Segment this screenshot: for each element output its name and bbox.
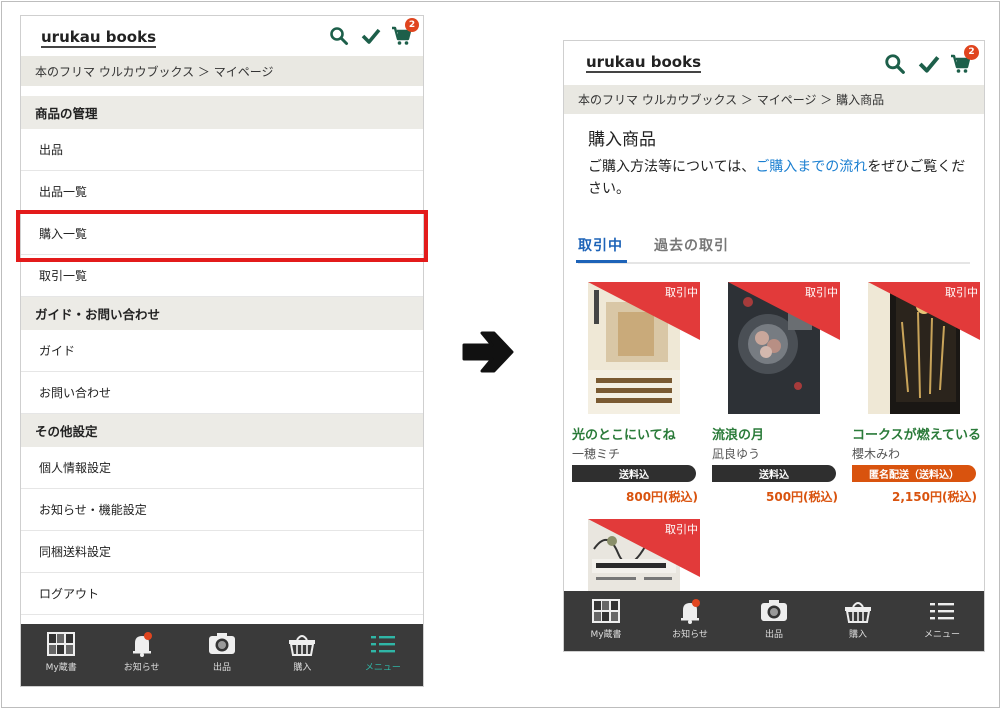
anonymous-shipping-badge: 匿名配送（送料込） xyxy=(852,465,976,482)
book-price: 2,150円(税込) xyxy=(892,490,977,504)
in-progress-ribbon: 取引中 xyxy=(588,519,700,577)
nav-label: メニュー xyxy=(923,630,960,640)
purchase-flow-link[interactable]: ご購入までの流れ xyxy=(755,159,867,175)
menu-item-listing[interactable]: 出品 xyxy=(21,129,423,171)
check-icon[interactable] xyxy=(918,54,940,78)
book-price: 500円(税込) xyxy=(766,490,839,504)
bookshelf-icon xyxy=(592,599,620,623)
header: urukau books 2 xyxy=(564,41,984,85)
nav-menu[interactable]: メニュー xyxy=(900,591,984,651)
book-author: 凪良ゆう xyxy=(712,447,761,461)
breadcrumb[interactable]: 本のフリマ ウルカウブックス ＞ マイページ xyxy=(21,56,423,86)
book-price: 800円(税込) xyxy=(626,490,699,504)
menu-item-personal-info[interactable]: 個人情報設定 xyxy=(21,447,423,489)
shipping-badge: 送料込 xyxy=(712,465,836,482)
menu-item-guide[interactable]: ガイド xyxy=(21,330,423,372)
right-phone-purchases-screen: urukau books 2 本のフリマ ウルカウブックス ＞ マイページ ＞ … xyxy=(563,40,985,652)
tab-in-progress[interactable]: 取引中 xyxy=(576,235,627,263)
breadcrumb[interactable]: 本のフリマ ウルカウブックス ＞ マイページ ＞ 購入商品 xyxy=(564,85,984,114)
nav-purchase[interactable]: 購入 xyxy=(816,591,900,651)
basket-icon xyxy=(845,602,871,623)
nav-label: 購入 xyxy=(848,630,867,640)
menu-list-icon xyxy=(370,636,395,653)
nav-menu[interactable]: メニュー xyxy=(343,624,423,686)
transaction-tabs: 取引中 過去の取引 xyxy=(576,232,970,264)
nav-label: お知らせ xyxy=(123,663,160,673)
in-progress-ribbon: 取引中 xyxy=(588,282,700,340)
header: urukau books 2 xyxy=(21,16,423,56)
in-progress-ribbon: 取引中 xyxy=(868,282,980,340)
bottom-nav: My蔵書 お知らせ 出品 購入 メニュー xyxy=(21,624,423,686)
section-product-management: 商品の管理 xyxy=(21,96,423,129)
menu-list-icon xyxy=(930,603,954,620)
bottom-nav: My蔵書 お知らせ 出品 購入 メニュー xyxy=(564,591,984,651)
nav-label: 購入 xyxy=(293,663,312,673)
nav-label: My蔵書 xyxy=(590,630,622,640)
nav-label: 出品 xyxy=(213,663,232,673)
cart-icon[interactable]: 2 xyxy=(391,18,419,50)
search-icon[interactable] xyxy=(884,53,906,79)
site-logo[interactable]: urukau books xyxy=(586,55,702,73)
nav-my-library[interactable]: My蔵書 xyxy=(564,591,648,651)
nav-sell[interactable]: 出品 xyxy=(182,624,262,686)
nav-purchase[interactable]: 購入 xyxy=(262,624,342,686)
cart-count-badge: 2 xyxy=(405,18,419,32)
mypage-menu: 商品の管理 出品 出品一覧 購入一覧 取引一覧 ガイド・お問い合わせ ガイド お… xyxy=(21,96,423,615)
book-author: 一穂ミチ xyxy=(572,447,621,461)
header-icons: 2 xyxy=(329,18,419,50)
header-icons: 2 xyxy=(884,45,979,79)
menu-item-contact[interactable]: お問い合わせ xyxy=(21,372,423,414)
camera-icon xyxy=(209,633,236,654)
book-author: 櫻木みわ xyxy=(852,447,901,461)
check-icon[interactable] xyxy=(361,27,381,49)
nav-notifications[interactable]: お知らせ xyxy=(101,624,181,686)
page-title: 購入商品 xyxy=(588,130,656,150)
nav-label: My蔵書 xyxy=(45,663,77,673)
section-other-settings: その他設定 xyxy=(21,414,423,447)
bookshelf-icon xyxy=(47,632,76,656)
nav-label: 出品 xyxy=(764,630,783,640)
book-title[interactable]: 光のとこにいてね xyxy=(572,424,676,443)
highlight-box-purchase-list xyxy=(16,210,428,262)
shipping-badge: 送料込 xyxy=(572,465,696,482)
nav-label: メニュー xyxy=(364,663,401,673)
book-title[interactable]: コークスが燃えている xyxy=(852,424,981,443)
cart-count-badge: 2 xyxy=(964,45,979,60)
search-icon[interactable] xyxy=(329,26,349,50)
bell-icon xyxy=(681,599,700,624)
left-phone-menu-screen: urukau books 2 本のフリマ ウルカウブックス ＞ マイページ 商品… xyxy=(20,15,424,687)
basket-icon xyxy=(289,635,316,656)
tab-past-transactions[interactable]: 過去の取引 xyxy=(654,235,729,255)
menu-item-bundled-shipping[interactable]: 同梱送料設定 xyxy=(21,531,423,573)
menu-item-logout[interactable]: ログアウト xyxy=(21,573,423,615)
menu-item-notification-settings[interactable]: お知らせ・機能設定 xyxy=(21,489,423,531)
nav-notifications[interactable]: お知らせ xyxy=(648,591,732,651)
book-title[interactable]: 流浪の月 xyxy=(712,424,764,443)
purchase-guide-text: ご購入方法等については、ご購入までの流れをぜひご覧ください。 xyxy=(588,159,966,197)
camera-icon xyxy=(761,600,787,621)
bell-icon xyxy=(132,632,152,657)
arrow-right-icon xyxy=(462,331,514,373)
cart-icon[interactable]: 2 xyxy=(950,45,979,78)
section-guide-contact: ガイド・お問い合わせ xyxy=(21,297,423,330)
nav-label: お知らせ xyxy=(672,630,708,640)
menu-item-listing-list[interactable]: 出品一覧 xyxy=(21,171,423,213)
in-progress-ribbon: 取引中 xyxy=(728,282,840,340)
nav-my-library[interactable]: My蔵書 xyxy=(21,624,101,686)
site-logo[interactable]: urukau books xyxy=(41,30,157,48)
nav-sell[interactable]: 出品 xyxy=(732,591,816,651)
